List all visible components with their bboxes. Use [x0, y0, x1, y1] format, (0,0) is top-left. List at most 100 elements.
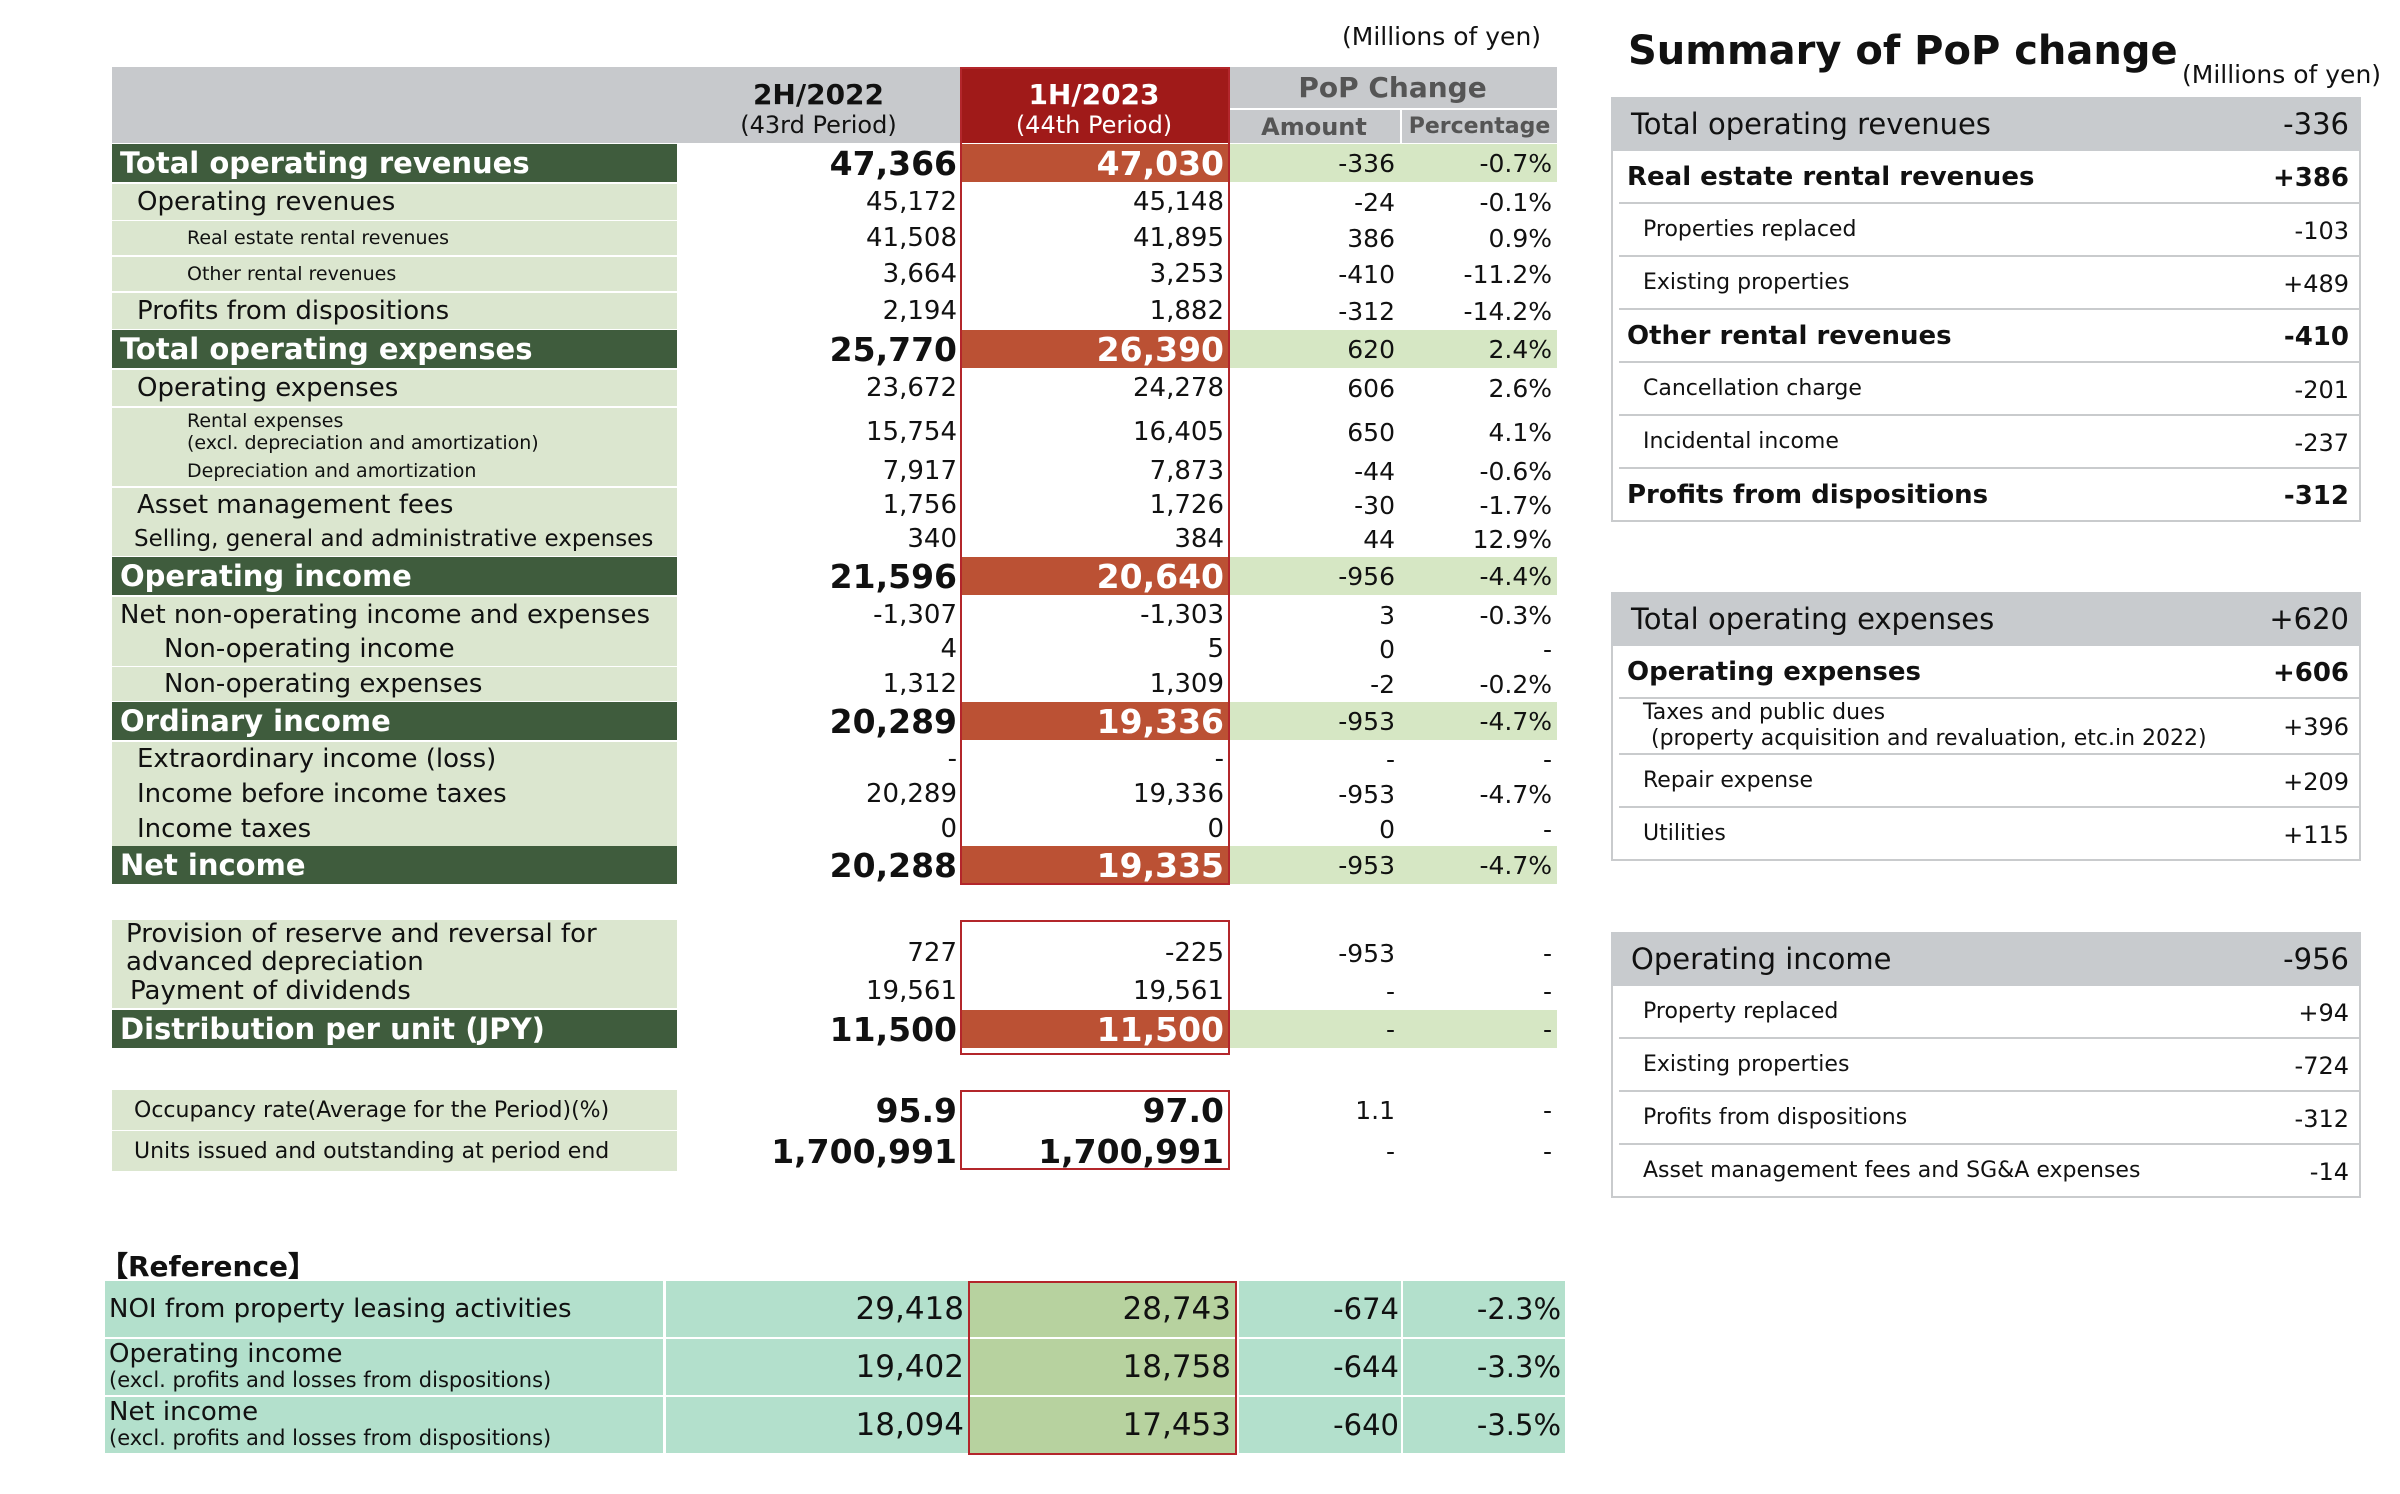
ref-pop-percentage: -2.3%: [1403, 1281, 1565, 1337]
summary-row-value: -312: [2294, 1104, 2349, 1133]
value-1h2023: 41,895: [1133, 223, 1224, 253]
occ-value-1h2023: 97.0: [1142, 1090, 1224, 1130]
summary-row-value: -410: [2283, 321, 2349, 352]
ref-value-1h2023: 17,453: [968, 1397, 1237, 1453]
dist-value-2h2022: 19,561: [866, 976, 957, 1006]
value-1h2023: 19,336: [960, 702, 1228, 741]
pop-percentage: -0.1%: [1479, 187, 1552, 217]
row-label: Total operating expenses: [112, 330, 677, 368]
pop-amount: -410: [1338, 259, 1395, 289]
pop-amount: -: [1385, 744, 1395, 774]
pop-amount: 386: [1347, 223, 1395, 253]
ref-row-label: Operating income (excl. profits and losse…: [105, 1339, 663, 1395]
summary-row-value: +606: [2272, 657, 2349, 688]
pop-percentage: 4.1%: [1488, 417, 1552, 447]
occ-pop-percentage: -: [1542, 1095, 1552, 1125]
row-label: Net non-operating income and expenses: [112, 597, 677, 633]
ref-pop-percentage: -3.5%: [1403, 1397, 1565, 1453]
amount-header: Amount: [1228, 110, 1400, 143]
header-label-blank: [112, 67, 677, 143]
col1-subtitle: (43rd Period): [740, 110, 897, 139]
summary-units: (Millions of yen): [2182, 60, 2382, 89]
row-label: Ordinary income: [112, 702, 677, 740]
pop-amount: 0: [1379, 814, 1395, 844]
pop-percentage: -4.7%: [1479, 779, 1552, 809]
value-1h2023: 19,335: [960, 846, 1228, 885]
dist-pop-percentage: -: [1542, 976, 1552, 1006]
ref-row-label-line1: Operating income: [109, 1339, 343, 1369]
value-2h2022: -: [947, 744, 957, 774]
col1-header: 2H/2022 (43rd Period): [677, 67, 960, 143]
summary-row-value: -724: [2294, 1051, 2349, 1080]
dist-pop-amount: -: [1385, 1014, 1395, 1044]
dist-value-1h2023: 11,500: [960, 1010, 1228, 1049]
pop-percentage: -: [1542, 814, 1552, 844]
row-label: Extraordinary income (loss): [112, 742, 677, 776]
summary-row-value: -237: [2294, 428, 2349, 457]
summary-row-value: +94: [2298, 998, 2349, 1027]
row-label: Income taxes: [112, 812, 677, 846]
pop-amount: -336: [1338, 148, 1395, 178]
pop-percentage: -: [1542, 744, 1552, 774]
pop-amount: 44: [1363, 524, 1395, 554]
col2-title: 1H/2023: [1028, 77, 1160, 111]
pop-amount: 620: [1347, 334, 1395, 364]
value-1h2023: 3,253: [1149, 259, 1224, 289]
row-label: Total operating revenues: [112, 144, 677, 182]
value-2h2022: 1,756: [882, 490, 957, 520]
value-1h2023: 384: [1174, 524, 1224, 554]
value-2h2022: 47,366: [829, 143, 957, 183]
pop-percentage: -0.7%: [1479, 148, 1552, 178]
pop-change-header: PoP Change: [1228, 67, 1557, 108]
pop-percentage: -4.7%: [1479, 706, 1552, 736]
row-label: Depreciation and amortization: [112, 456, 677, 486]
dist-row-label: Distribution per unit (JPY): [112, 1010, 677, 1048]
pop-percentage: -0.2%: [1479, 669, 1552, 699]
dist-value-1h2023: 19,561: [1133, 976, 1224, 1006]
value-2h2022: 340: [907, 524, 957, 554]
value-1h2023: -: [1214, 744, 1224, 774]
occ-value-1h2023: 1,700,991: [1038, 1131, 1224, 1171]
value-1h2023: 1,726: [1149, 490, 1224, 520]
ref-row-label: NOI from property leasing activities: [105, 1281, 663, 1337]
occ-value-2h2022: 1,700,991: [771, 1131, 957, 1171]
value-2h2022: 15,754: [866, 417, 957, 447]
ref-row-label-line1: Net income: [109, 1397, 259, 1427]
pop-amount: -953: [1338, 850, 1395, 880]
dist-pop-amount: -: [1385, 976, 1395, 1006]
ref-pop-amount: -674: [1239, 1281, 1401, 1337]
summary-row-value: +396: [2283, 713, 2349, 741]
percentage-header: Percentage: [1402, 110, 1557, 143]
value-2h2022: 41,508: [866, 223, 957, 253]
summary-row-value: +115: [2283, 820, 2349, 849]
pop-percentage: -0.6%: [1479, 456, 1552, 486]
ref-value-2h2022: 19,402: [666, 1339, 968, 1395]
value-1h2023: 24,278: [1133, 373, 1224, 403]
pop-percentage: -0.3%: [1479, 600, 1552, 630]
row-label: Operating revenues: [112, 184, 677, 220]
ref-row-label-line2: (excl. profits and losses from dispositi…: [109, 1426, 552, 1450]
dist-pop-percentage: -: [1542, 938, 1552, 968]
value-2h2022: 20,289: [829, 701, 957, 741]
pop-percentage: 2.6%: [1488, 373, 1552, 403]
occ-value-2h2022: 95.9: [875, 1090, 957, 1130]
occ-row-label: Units issued and outstanding at period e…: [112, 1131, 677, 1171]
pop-amount: -956: [1338, 561, 1395, 591]
dist-row-label-line2: advanced depreciation: [126, 946, 424, 977]
row-label-line1: Rental expenses: [187, 410, 344, 432]
dist-value-2h2022: 11,500: [829, 1009, 957, 1049]
dist-row-label: Payment of dividends: [112, 974, 677, 1008]
value-1h2023: 1,882: [1149, 296, 1224, 326]
value-1h2023: 20,640: [960, 557, 1228, 596]
units-label-left: (Millions of yen): [1342, 22, 1542, 51]
summary-row-value: -312: [2283, 480, 2349, 511]
dist-value-1h2023: -225: [1164, 938, 1224, 968]
value-2h2022: 3,664: [882, 259, 957, 289]
row-label: Other rental revenues: [112, 257, 677, 291]
pop-amount: -30: [1354, 490, 1395, 520]
value-1h2023: 47,030: [960, 144, 1228, 183]
row-label: Real estate rental revenues: [112, 221, 677, 255]
value-2h2022: 45,172: [866, 187, 957, 217]
value-2h2022: 25,770: [829, 329, 957, 369]
row-label: Non-operating expenses: [112, 667, 677, 701]
